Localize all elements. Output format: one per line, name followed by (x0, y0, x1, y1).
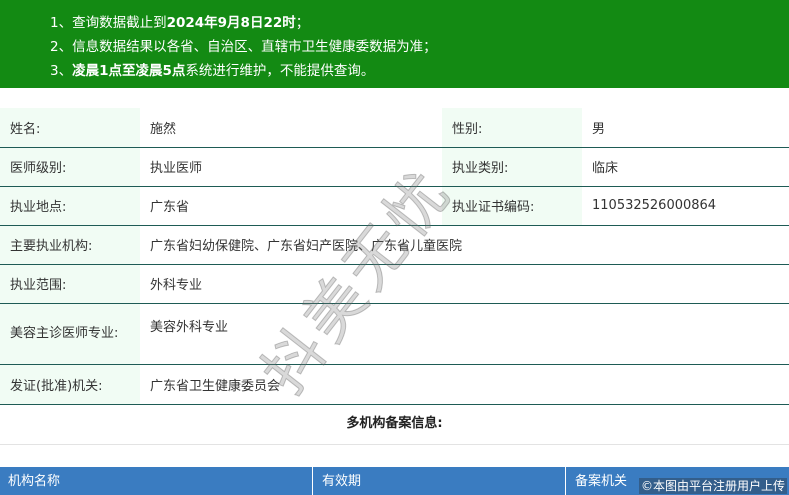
table-row: 执业地点: 广东省 执业证书编码: 110532526000864 (0, 186, 789, 226)
notice-deadline: 2024年9月8日22时 (166, 15, 296, 31)
cert-value: 110532526000864 (582, 186, 789, 226)
table-row: 执业范围: 外科专业 (0, 264, 789, 304)
notice-line-1: 1、查询数据截止到2024年9月8日22时； (50, 15, 310, 31)
category-label: 执业类别: (442, 147, 582, 187)
category-value: 临床 (582, 147, 789, 187)
cosmetic-value: 美容外科专业 (140, 303, 789, 365)
level-label: 医师级别: (0, 147, 140, 187)
name-label: 姓名: (0, 108, 140, 148)
location-value: 广东省 (140, 186, 442, 226)
column-header-validity: 有效期 (314, 467, 566, 495)
location-label: 执业地点: (0, 186, 140, 226)
scope-value: 外科专业 (140, 264, 789, 304)
authority-label: 发证(批准)机关: (0, 364, 140, 405)
doctor-info-table: 姓名: 施然 性别: 男 医师级别: 执业医师 执业类别: 临床 执业地点: 广… (0, 108, 789, 405)
upload-credit: ©本图由平台注册用户上传 (638, 478, 787, 494)
table-row: 主要执业机构: 广东省妇幼保健院、广东省妇产医院、广东省儿童医院 (0, 225, 789, 265)
multi-org-title: 多机构备案信息: (0, 403, 789, 445)
cosmetic-label: 美容主诊医师专业: (0, 303, 140, 365)
level-value: 执业医师 (140, 147, 442, 187)
gender-value: 男 (582, 108, 789, 148)
table-row: 美容主诊医师专业: 美容外科专业 (0, 303, 789, 365)
notice-line-2: 2、信息数据结果以各省、自治区、直辖市卫生健康委数据为准； (50, 39, 437, 55)
org-value: 广东省妇幼保健院、广东省妇产医院、广东省儿童医院 (140, 225, 789, 265)
column-header-authority: 备案机关 (575, 474, 628, 489)
column-header-org-name: 机构名称 (0, 467, 313, 495)
notice-maintenance-window: 凌晨1点至凌晨5点 (72, 63, 186, 79)
gender-label: 性别: (442, 108, 582, 148)
table-row: 医师级别: 执业医师 执业类别: 临床 (0, 147, 789, 187)
scope-label: 执业范围: (0, 264, 140, 304)
notice-banner: 1、查询数据截止到2024年9月8日22时； 2、信息数据结果以各省、自治区、直… (0, 0, 789, 88)
notice-line-3: 3、凌晨1点至凌晨5点系统进行维护，不能提供查询。 (50, 63, 375, 79)
cert-label: 执业证书编码: (442, 186, 582, 226)
org-label: 主要执业机构: (0, 225, 140, 265)
table-row: 姓名: 施然 性别: 男 (0, 108, 789, 148)
name-value: 施然 (140, 108, 442, 148)
table-row: 发证(批准)机关: 广东省卫生健康委员会 (0, 364, 789, 405)
authority-value: 广东省卫生健康委员会 (140, 364, 789, 405)
